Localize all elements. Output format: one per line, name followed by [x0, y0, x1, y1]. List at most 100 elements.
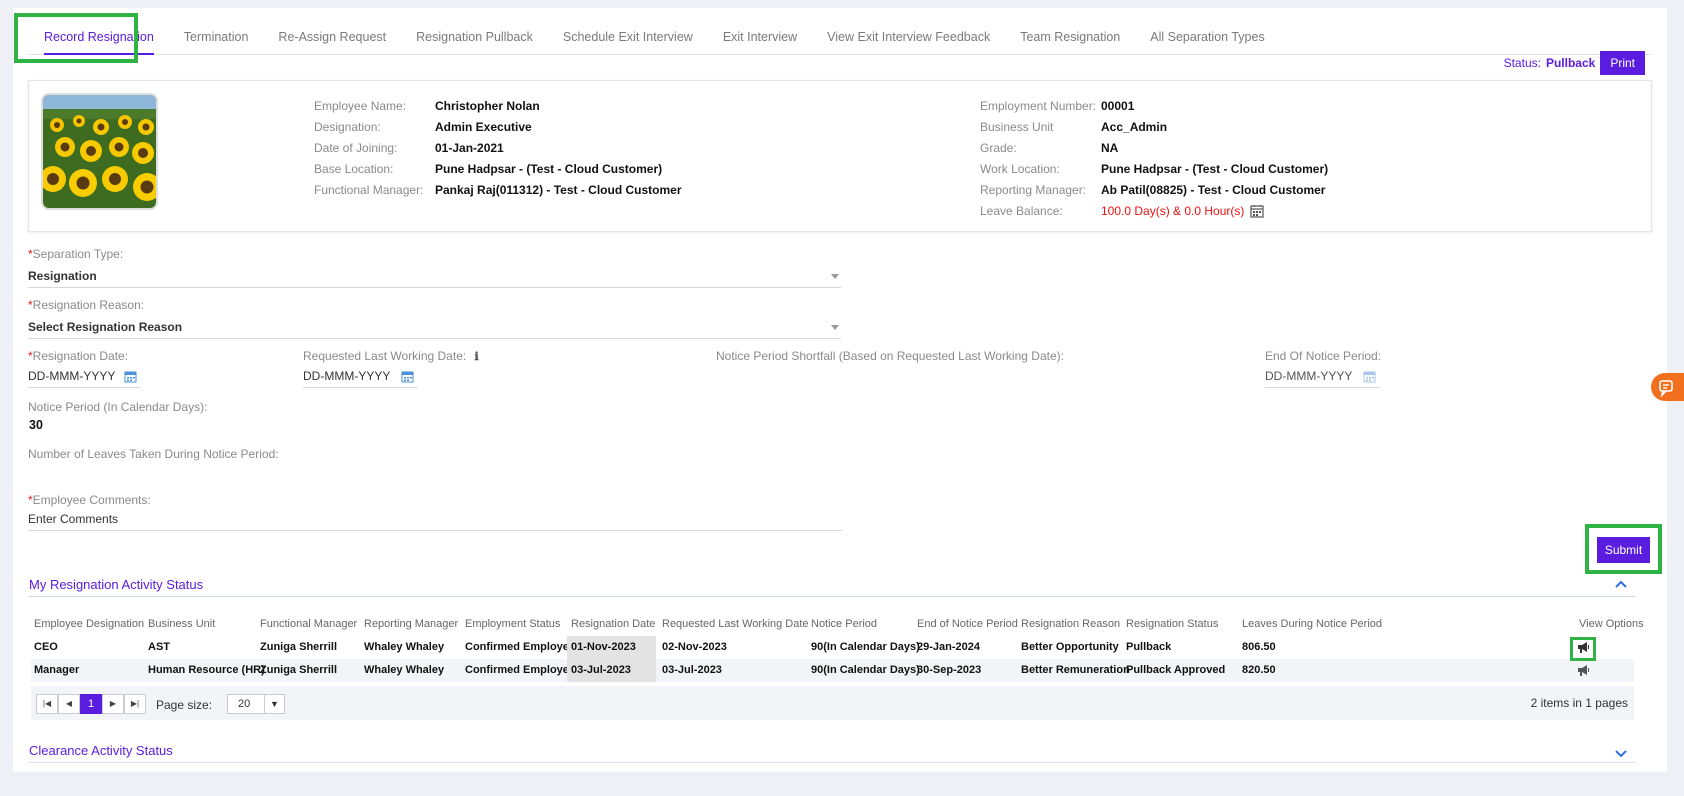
- employee-name-value: Christopher Nolan: [435, 98, 540, 113]
- table-cell: 03-Jul-2023: [567, 659, 656, 682]
- status-row: Status: Pullback Print: [1504, 51, 1645, 75]
- resignation-date-label: *Resignation Date:: [28, 349, 128, 363]
- info-row: Base Location: Pune Hadpsar - (Test - Clo…: [314, 158, 682, 179]
- page-size-select[interactable]: 20 ▼: [227, 694, 285, 714]
- info-label: Grade:: [980, 140, 1017, 155]
- chevron-down-icon: ▼: [264, 695, 284, 713]
- info-label: Functional Manager:: [314, 182, 424, 197]
- activity-section-title[interactable]: My Resignation Activity Status: [29, 577, 203, 592]
- separation-type-select[interactable]: Resignation: [28, 266, 841, 288]
- leave-balance-value: 100.0 Day(s) & 0.0 Hour(s): [1101, 203, 1245, 218]
- last-page-icon[interactable]: ▶|: [124, 694, 146, 714]
- info-label: Leave Balance:: [980, 203, 1063, 218]
- table-cell: Confirmed Employee: [465, 641, 576, 653]
- tab-all-separation-types[interactable]: All Separation Types: [1135, 21, 1279, 55]
- resignation-reason-label: *Resignation Reason:: [28, 298, 144, 312]
- employee-info-left: Employee Name: Christopher Nolan Designat…: [314, 95, 682, 200]
- chevron-down-icon[interactable]: [1615, 747, 1627, 759]
- table-cell: Pullback: [1126, 641, 1172, 653]
- separation-type-label: *Separation Type:: [28, 247, 123, 261]
- tab-view-exit-interview-feedback[interactable]: View Exit Interview Feedback: [812, 21, 1005, 55]
- info-label: Date of Joining:: [314, 140, 398, 155]
- info-label: Employee Name:: [314, 98, 407, 113]
- tab-record-resignation[interactable]: Record Resignation: [29, 21, 169, 55]
- megaphone-icon[interactable]: [1576, 663, 1590, 679]
- info-icon[interactable]: ℹ: [475, 350, 479, 363]
- resignation-reason-select[interactable]: Select Resignation Reason: [28, 317, 841, 339]
- separation-type-value: Resignation: [28, 269, 97, 283]
- tab-termination[interactable]: Termination: [169, 21, 264, 55]
- first-page-icon[interactable]: |◀: [36, 694, 58, 714]
- info-label: Designation:: [314, 119, 381, 134]
- highlight-box-view-option: [1570, 637, 1596, 661]
- table-cell: CEO: [34, 641, 58, 653]
- calendar-icon[interactable]: [124, 370, 137, 383]
- table-cell: Manager: [34, 664, 80, 676]
- column-header: Reporting Manager: [364, 618, 459, 630]
- table-cell: Better Opportunity: [1021, 641, 1119, 653]
- table-cell: 02-Nov-2023: [662, 641, 727, 653]
- resignation-date-label-text: Resignation Date:: [32, 349, 129, 363]
- employee-info-right: Employment Number: 00001 Business Unit Acc…: [980, 95, 1328, 221]
- leaves-taken-label: Number of Leaves Taken During Notice Per…: [28, 447, 279, 461]
- resignation-date-input[interactable]: DD-MMM-YYYY: [28, 366, 141, 388]
- status-label: Status:: [1503, 56, 1541, 70]
- tab-team-resignation[interactable]: Team Resignation: [1005, 21, 1135, 55]
- table-cell: 90(In Calendar Days): [811, 664, 920, 676]
- column-header: View Options: [1579, 618, 1644, 630]
- requested-lwd-input[interactable]: DD-MMM-YYYY: [303, 366, 418, 388]
- calendar-icon[interactable]: [401, 370, 414, 383]
- table-cell: 30-Sep-2023: [917, 664, 982, 676]
- chevron-up-icon[interactable]: [1615, 579, 1627, 591]
- table-cell: 03-Jul-2023: [662, 664, 722, 676]
- column-header: Resignation Status: [1126, 618, 1219, 630]
- notice-shortfall-label: Notice Period Shortfall (Based on Reques…: [716, 349, 1064, 363]
- feedback-widget-icon[interactable]: [1651, 373, 1684, 401]
- table-header-row: Employee Designation Business Unit Funct…: [31, 613, 1644, 636]
- info-label: Employment Number:: [980, 98, 1097, 113]
- end-notice-value: DD-MMM-YYYY: [1265, 369, 1353, 383]
- calendar-icon: [1363, 371, 1376, 383]
- info-row: Designation: Admin Executive: [314, 116, 682, 137]
- column-header: End of Notice Period: [917, 618, 1018, 630]
- resignation-reason-label-text: Resignation Reason:: [32, 298, 145, 312]
- base-location-value: Pune Hadpsar - (Test - Cloud Customer): [435, 161, 663, 176]
- clearance-section-header[interactable]: Clearance Activity Status: [29, 741, 1635, 763]
- comments-label-text: Employee Comments:: [32, 493, 151, 507]
- comments-input[interactable]: Enter Comments: [28, 509, 842, 531]
- column-header: Resignation Date: [571, 618, 656, 630]
- info-row: Employee Name: Christopher Nolan: [314, 95, 682, 116]
- info-row: Business Unit Acc_Admin: [980, 116, 1328, 137]
- page-button-current[interactable]: 1: [80, 694, 102, 714]
- info-row: Reporting Manager: Ab Patil(08825) - Test…: [980, 179, 1328, 200]
- next-page-icon[interactable]: ▶: [102, 694, 124, 714]
- column-header: Functional Manager: [260, 618, 358, 630]
- table-cell: 90(In Calendar Days): [811, 641, 920, 653]
- requested-lwd-label: Requested Last Working Date: ℹ: [303, 349, 479, 363]
- requested-lwd-value: DD-MMM-YYYY: [303, 369, 391, 383]
- tab-resignation-pullback[interactable]: Resignation Pullback: [401, 21, 548, 55]
- tab-re-assign-request[interactable]: Re-Assign Request: [263, 21, 401, 55]
- activity-section-header[interactable]: My Resignation Activity Status: [29, 575, 1635, 597]
- info-row: Date of Joining: 01-Jan-2021: [314, 137, 682, 158]
- column-header: Leaves During Notice Period: [1242, 618, 1383, 630]
- prev-page-icon[interactable]: ◀: [58, 694, 80, 714]
- info-row: Employment Number: 00001: [980, 95, 1328, 116]
- submit-button[interactable]: Submit: [1597, 537, 1650, 563]
- info-row: Work Location: Pune Hadpsar - (Test - Clo…: [980, 158, 1328, 179]
- table-cell: Zuniga Sherrill: [260, 641, 338, 653]
- print-button[interactable]: Print: [1600, 51, 1645, 75]
- table-cell: Confirmed Employee: [465, 664, 576, 676]
- table-cell: Better Remuneration: [1021, 664, 1130, 676]
- tab-exit-interview[interactable]: Exit Interview: [708, 21, 812, 55]
- notice-period-value: 30: [29, 418, 43, 432]
- chevron-down-icon: [831, 274, 839, 279]
- tab-schedule-exit-interview[interactable]: Schedule Exit Interview: [548, 21, 708, 55]
- status-value: Pullback: [1545, 56, 1596, 70]
- table-cell: 01-Nov-2023: [567, 636, 656, 659]
- info-row: Functional Manager: Pankaj Raj(011312) - …: [314, 179, 682, 200]
- clearance-section-title[interactable]: Clearance Activity Status: [29, 743, 173, 758]
- leave-calendar-icon[interactable]: [1250, 204, 1264, 218]
- reporting-manager-value: Ab Patil(08825) - Test - Cloud Customer: [1101, 182, 1326, 197]
- employee-photo: [41, 93, 158, 210]
